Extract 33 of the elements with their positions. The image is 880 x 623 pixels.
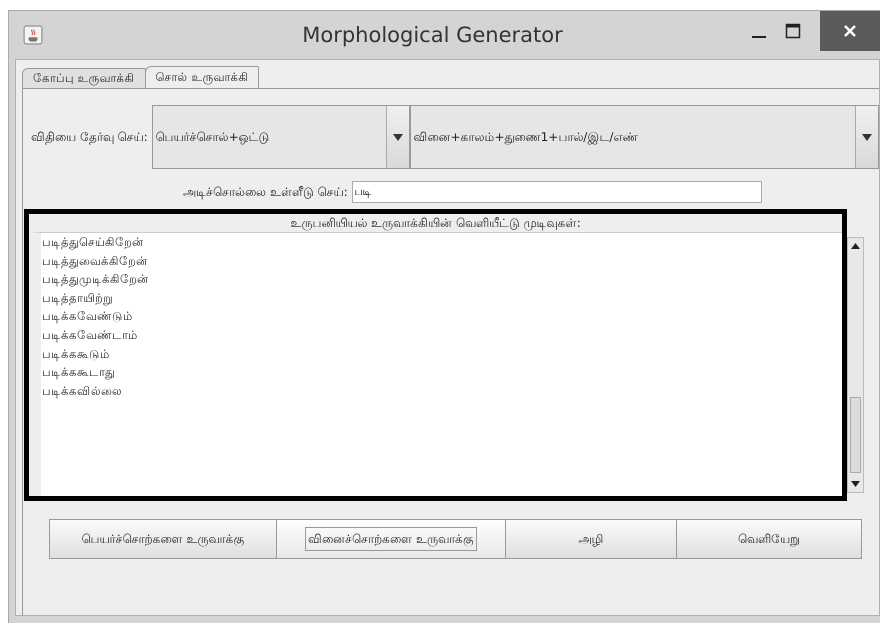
output-line: படிக்கவில்லை: [42, 382, 123, 400]
action-button[interactable]: வெளியேறு: [676, 519, 862, 559]
close-icon: [843, 24, 857, 38]
rule-dropdown[interactable]: பெயர்ச்சொல்+ஒட்டு: [152, 105, 410, 169]
close-button[interactable]: [820, 11, 880, 51]
output-line: படித்துசெய்கிறேன்: [42, 234, 145, 252]
dropdown-arrow-icon: [862, 134, 872, 140]
output-line: படிக்கவேண்டும்: [42, 308, 134, 326]
output-line: படிக்ககூடாது: [42, 364, 116, 382]
action-button[interactable]: பெயர்ச்சொற்களை உருவாக்கு: [49, 519, 277, 559]
minimize-icon: [752, 36, 766, 38]
scroll-thumb[interactable]: [850, 397, 861, 473]
java-cup-icon: [23, 25, 43, 45]
maximize-icon: [785, 23, 801, 39]
output-line: படித்துமுடிக்கிறேன்: [42, 271, 150, 288]
output-heading: உருபனியியல் உருவாக்கியின் வெளியீட்டு முடிவுகள்:: [29, 214, 842, 232]
window-title: Morphological Generator: [301, 23, 564, 47]
root-word-label: அடிச்சொல்லை உள்ளீடு செய்:: [183, 184, 348, 200]
action-button[interactable]: அழி: [505, 519, 677, 559]
output-line: படித்துவைக்கிறேன்: [42, 252, 149, 270]
rule-label: விதியை தேர்வு செய்:: [31, 130, 148, 144]
tab[interactable]: கோப்பு உருவாக்கி: [22, 68, 146, 88]
dropdown-arrow-icon: [392, 134, 402, 140]
root-word-field[interactable]: படி: [352, 181, 762, 203]
output-line: படிக்கவேண்டாம்: [42, 326, 139, 344]
action-button[interactable]: வினைச்சொற்களை உருவாக்கு: [276, 519, 506, 559]
scroll-up-icon: [851, 243, 860, 249]
tab[interactable]: சொல் உருவாக்கி: [144, 66, 260, 88]
scrollbar[interactable]: [847, 237, 864, 493]
output-line: படித்தாயிற்று: [42, 290, 114, 308]
scroll-down-icon: [851, 481, 860, 487]
output-line: படிக்ககூடும்: [42, 346, 111, 364]
rule-dropdown[interactable]: வினை+காலம்+துணை1+பால்/இட/எண்: [410, 105, 879, 169]
